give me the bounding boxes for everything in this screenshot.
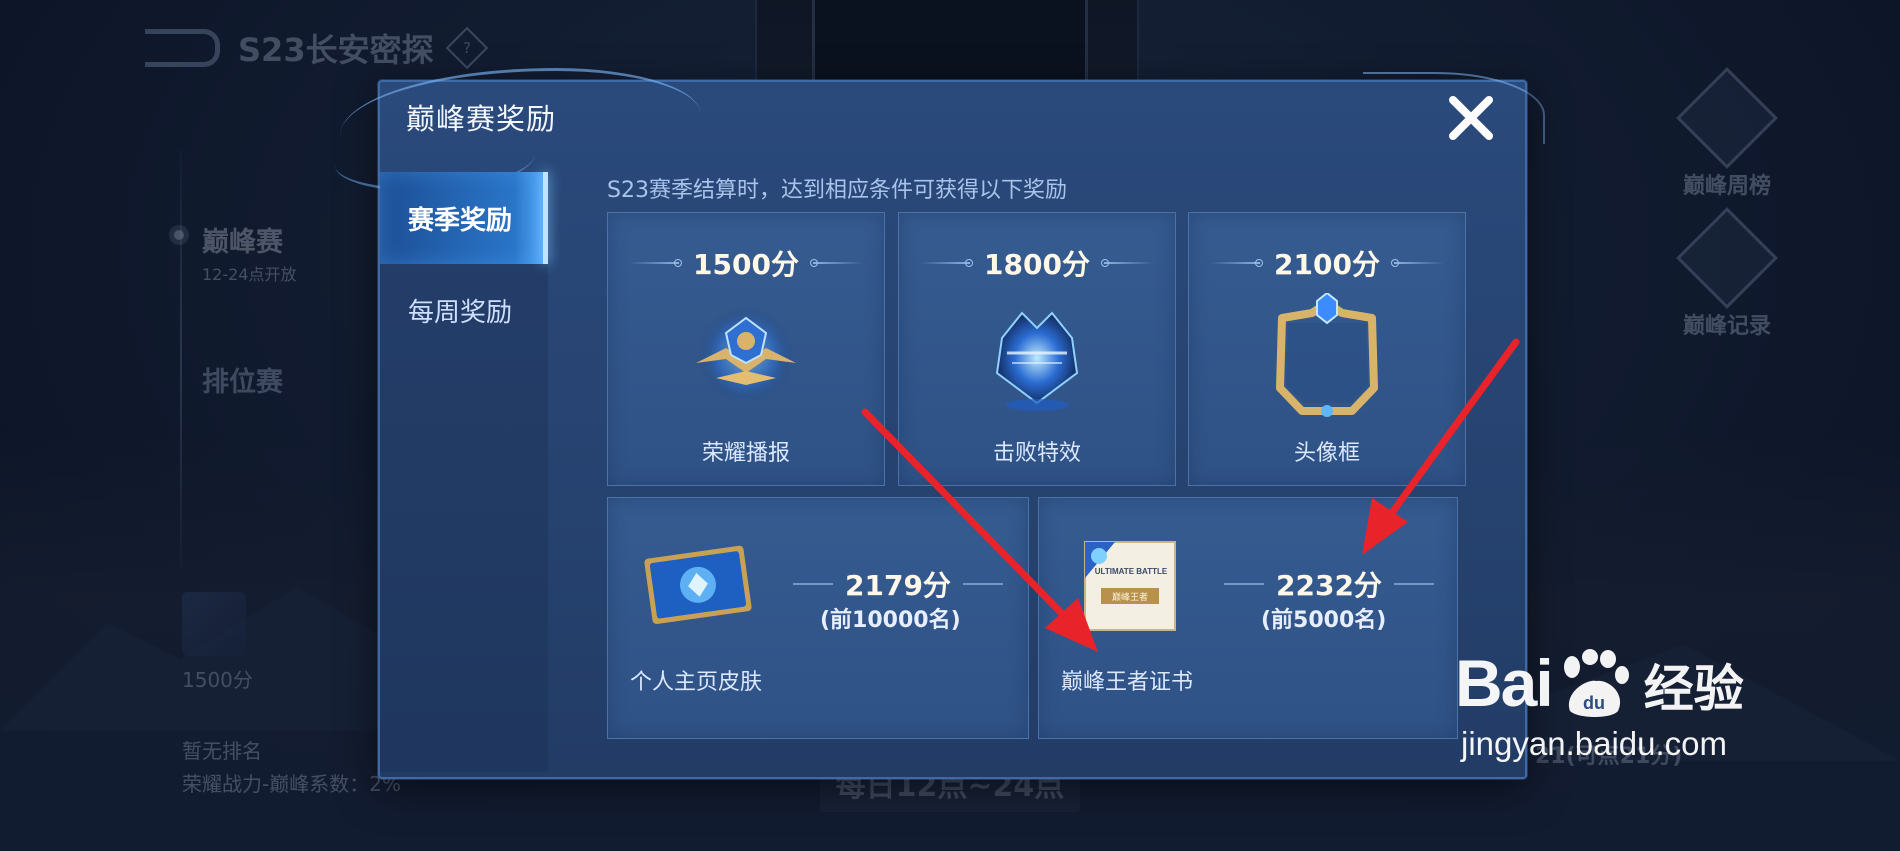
watermark-url: jingyan.baidu.com — [1461, 725, 1727, 762]
watermark-brand: Bai — [1455, 646, 1554, 720]
avatar-frame-icon — [1276, 293, 1378, 417]
reward-score: 1800分 — [984, 248, 1090, 281]
defeat-effect-icon — [995, 311, 1079, 411]
reward-label: 巅峰王者证书 — [1061, 670, 1194, 695]
reward-score: 2232分 — [1276, 569, 1382, 602]
reward-label: 个人主页皮肤 — [630, 670, 763, 695]
tab-weekly-rewards[interactable]: 每周奖励 — [380, 264, 548, 356]
watermark-brand-du: du — [1583, 693, 1605, 713]
reward-card[interactable]: 2100分 头像框 — [1188, 212, 1466, 486]
certificate-subtext: 巅峰王者 — [1112, 592, 1148, 603]
profile-skin-card-icon — [644, 545, 752, 624]
reward-card[interactable]: 1800分 击败特效 — [898, 212, 1176, 486]
certificate-text: ULTIMATE BATTLE — [1095, 567, 1168, 576]
baidu-jingyan-watermark: Bai du 经验 jingyan.baidu.com — [1455, 645, 1744, 763]
rewards-subtitle: S23赛季结算时，达到相应条件可获得以下奖励 — [607, 178, 1067, 203]
close-x-icon — [1449, 96, 1493, 140]
watermark-brand-cn: 经验 — [1643, 660, 1744, 718]
reward-score: 2100分 — [1274, 248, 1380, 281]
reward-card[interactable]: 2179分 (前10000名) 个人主页皮肤 — [607, 497, 1029, 739]
reward-tabs-sidebar: 赛季奖励 每周奖励 — [380, 172, 548, 772]
reward-card[interactable]: ULTIMATE BATTLE 巅峰王者 2232分 (前5000名) 巅峰王者… — [1038, 497, 1458, 739]
close-button[interactable] — [1445, 92, 1497, 144]
reward-rank-requirement: (前5000名) — [1261, 608, 1387, 633]
baidu-paw-logo: du — [1563, 649, 1629, 717]
reward-score: 2179分 — [845, 569, 951, 602]
reward-label: 荣耀播报 — [701, 441, 790, 466]
reward-score: 1500分 — [693, 248, 799, 281]
reward-rank-requirement: (前10000名) — [820, 608, 961, 633]
tab-season-rewards[interactable]: 赛季奖励 — [380, 172, 548, 264]
glory-broadcast-icon — [696, 307, 796, 403]
peak-rewards-modal: 巅峰赛奖励 赛季奖励 每周奖励 S23赛季结算时，达到相应条件可获得以下奖励 1… — [335, 68, 1545, 779]
reward-label: 头像框 — [1293, 441, 1360, 466]
reward-label: 击败特效 — [992, 441, 1081, 466]
reward-card[interactable]: 1500分 荣耀播报 — [607, 212, 885, 486]
peak-certificate-icon: ULTIMATE BATTLE 巅峰王者 — [1084, 541, 1176, 631]
modal-title: 巅峰赛奖励 — [406, 102, 557, 136]
